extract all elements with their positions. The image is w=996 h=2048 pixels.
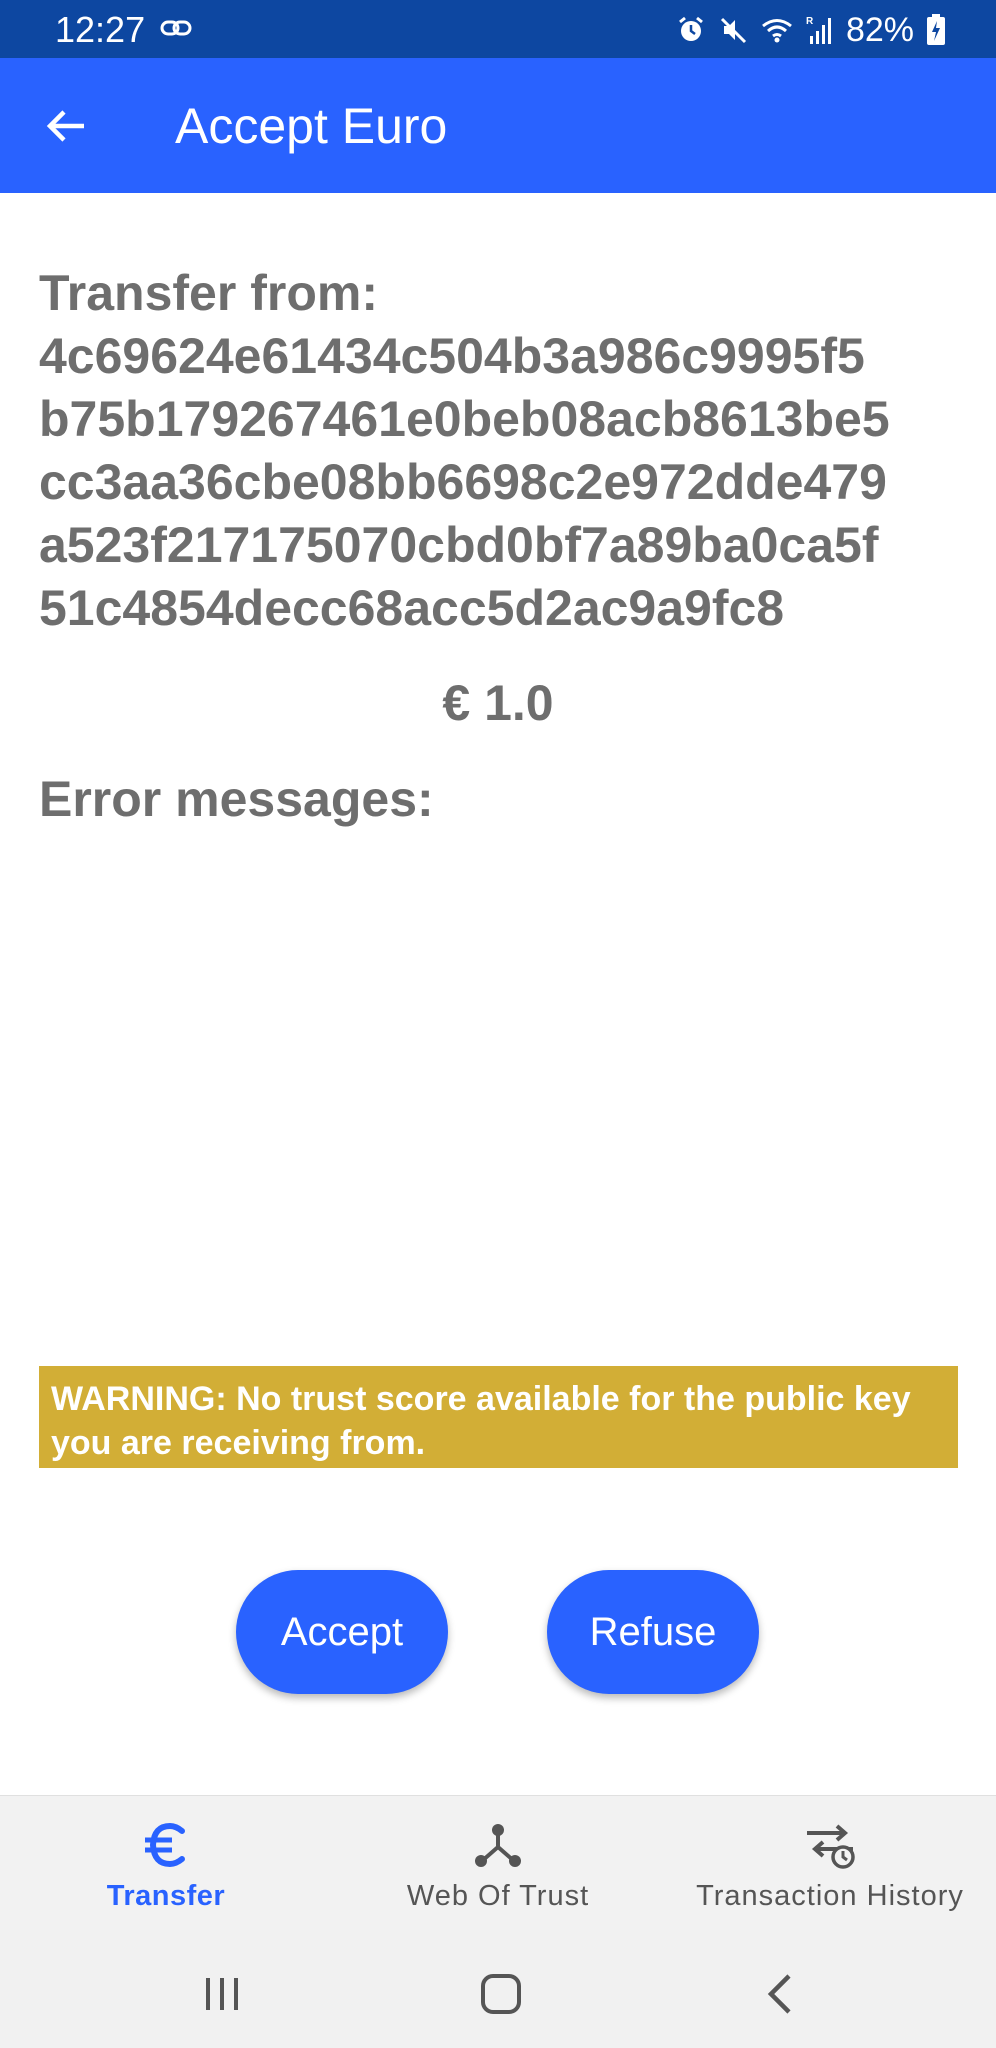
arrow-back-icon [46,110,84,142]
transfer-from-label: Transfer from: [39,265,378,321]
nav-label-web-of-trust: Web Of Trust [406,1880,590,1912]
home-button[interactable] [471,1964,531,2024]
recents-icon [206,1978,238,2010]
svg-text:R: R [806,16,814,27]
battery-icon [926,14,946,46]
link-icon [160,17,192,39]
alarm-icon [676,15,706,45]
app-bar: Accept Euro [0,58,996,193]
recents-button[interactable] [192,1964,252,2024]
error-messages-label: Error messages: [39,771,434,827]
refuse-button[interactable]: Refuse [547,1570,759,1694]
network-icon [474,1820,522,1870]
wifi-icon [760,15,794,45]
public-key-line: 4c69624e61434c504b3a986c9995f5 [39,328,865,384]
status-bar: 12:27 R 82% [0,0,996,58]
accept-button[interactable]: Accept [236,1570,448,1694]
status-time: 12:27 [55,9,146,50]
nav-label-transfer: Transfer [106,1880,226,1912]
nav-item-transfer[interactable]: Transfer [0,1796,332,1931]
nav-item-web-of-trust[interactable]: Web Of Trust [332,1796,664,1931]
nav-label-transaction-history: Transaction History [696,1880,964,1912]
euro-icon [142,1820,190,1870]
transfer-amount: € 1.0 [442,675,554,731]
history-icon [803,1820,857,1870]
back-button[interactable] [36,96,96,156]
public-key-line: 51c4854decc68acc5d2ac9a9fc8 [39,580,785,636]
nav-item-transaction-history[interactable]: Transaction History [664,1796,996,1931]
bottom-navigation: Transfer Web Of Trust Transaction Histor… [0,1795,996,1931]
system-back-button[interactable] [751,1964,811,2024]
public-key-line: cc3aa36cbe08bb6698c2e972dde479 [39,454,887,510]
public-key-line: b75b179267461e0beb08acb8613be5 [39,391,890,447]
transfer-details: Transfer from: 4c69624e61434c504b3a986c9… [39,262,969,640]
chevron-left-icon [767,1974,791,2014]
status-icons: R 82% [676,9,946,51]
trust-warning: WARNING: No trust score available for th… [39,1366,958,1468]
signal-icon: R [806,14,834,46]
battery-percent: 82% [845,11,914,49]
system-navigation-bar [0,1930,996,2048]
public-key-line: a523f217175070cbd0bf7a89ba0ca5f [39,517,879,573]
page-title: Accept Euro [175,98,448,154]
home-icon [481,1974,521,2014]
mute-icon [718,15,748,45]
